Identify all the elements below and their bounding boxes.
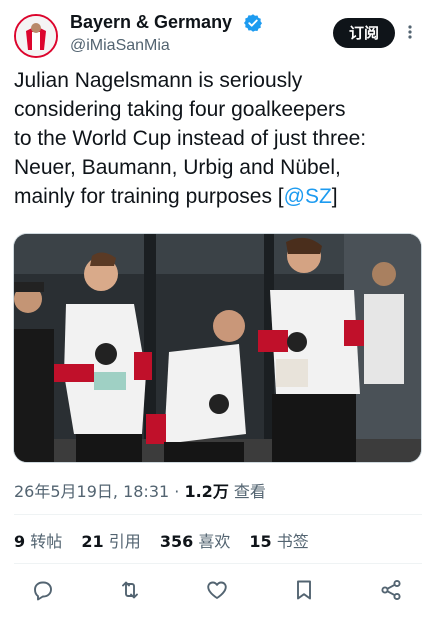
divider — [14, 514, 422, 515]
stat-count: 356 — [159, 532, 194, 551]
action-bar — [0, 572, 436, 608]
tweet-text-segment: ] — [331, 185, 338, 208]
share-icon[interactable] — [379, 578, 403, 602]
stat-count: 21 — [81, 532, 104, 551]
views-label: 查看 — [233, 482, 266, 501]
tweet-text-line: Julian Nagelsmann is seriously — [14, 69, 303, 92]
tweet-text-line: mainly for training purposes [@SZ] — [14, 182, 424, 211]
tweet-photo[interactable] — [13, 233, 422, 463]
verified-badge-icon — [244, 14, 262, 32]
stat-reposts[interactable]: 9 转帖 — [14, 532, 62, 551]
tweet-text-line: considering taking four goalkeepers — [14, 98, 346, 121]
tweet-text: Julian Nagelsmann is seriously consideri… — [14, 66, 424, 211]
like-icon[interactable] — [205, 578, 229, 602]
tweet-header: Bayern & Germany @iMiaSanMia 订阅 — [0, 0, 436, 68]
stat-label: 引用 — [108, 532, 141, 551]
views-count: 1.2万 — [184, 482, 229, 501]
reply-icon[interactable] — [31, 578, 55, 602]
tweet-meta: 26年5月19日, 18:31 · 1.2万 查看 — [14, 478, 266, 502]
subscribe-button[interactable]: 订阅 — [333, 18, 395, 48]
photo-illustration — [14, 234, 421, 462]
user-handle[interactable]: @iMiaSanMia — [70, 37, 170, 55]
bookmark-icon[interactable] — [292, 578, 316, 602]
meta-separator: · — [174, 482, 180, 501]
tweet-text-line: to the World Cup instead of just three: — [14, 127, 367, 150]
divider — [14, 563, 422, 564]
stat-label: 喜欢 — [198, 532, 231, 551]
stat-count: 9 — [14, 532, 26, 551]
stat-quotes[interactable]: 21 引用 — [81, 532, 140, 551]
stat-label: 书签 — [276, 532, 309, 551]
tweet-text-segment: mainly for training purposes [ — [14, 185, 284, 208]
stat-label: 转帖 — [30, 532, 63, 551]
stat-bookmarks[interactable]: 15 书签 — [249, 532, 308, 551]
tweet-text-line: Neuer, Baumann, Urbig and Nübel, — [14, 156, 341, 179]
timestamp[interactable]: 26年5月19日, 18:31 — [14, 482, 169, 501]
stat-likes[interactable]: 356 喜欢 — [160, 532, 231, 551]
engagement-stats: 9 转帖 21 引用 356 喜欢 15 书签 — [14, 528, 323, 552]
more-icon[interactable] — [404, 20, 416, 44]
source-link[interactable]: @SZ — [284, 185, 332, 208]
stat-count: 15 — [249, 532, 272, 551]
retweet-icon[interactable] — [118, 578, 142, 602]
display-name[interactable]: Bayern & Germany — [70, 12, 232, 33]
avatar[interactable] — [14, 14, 58, 58]
